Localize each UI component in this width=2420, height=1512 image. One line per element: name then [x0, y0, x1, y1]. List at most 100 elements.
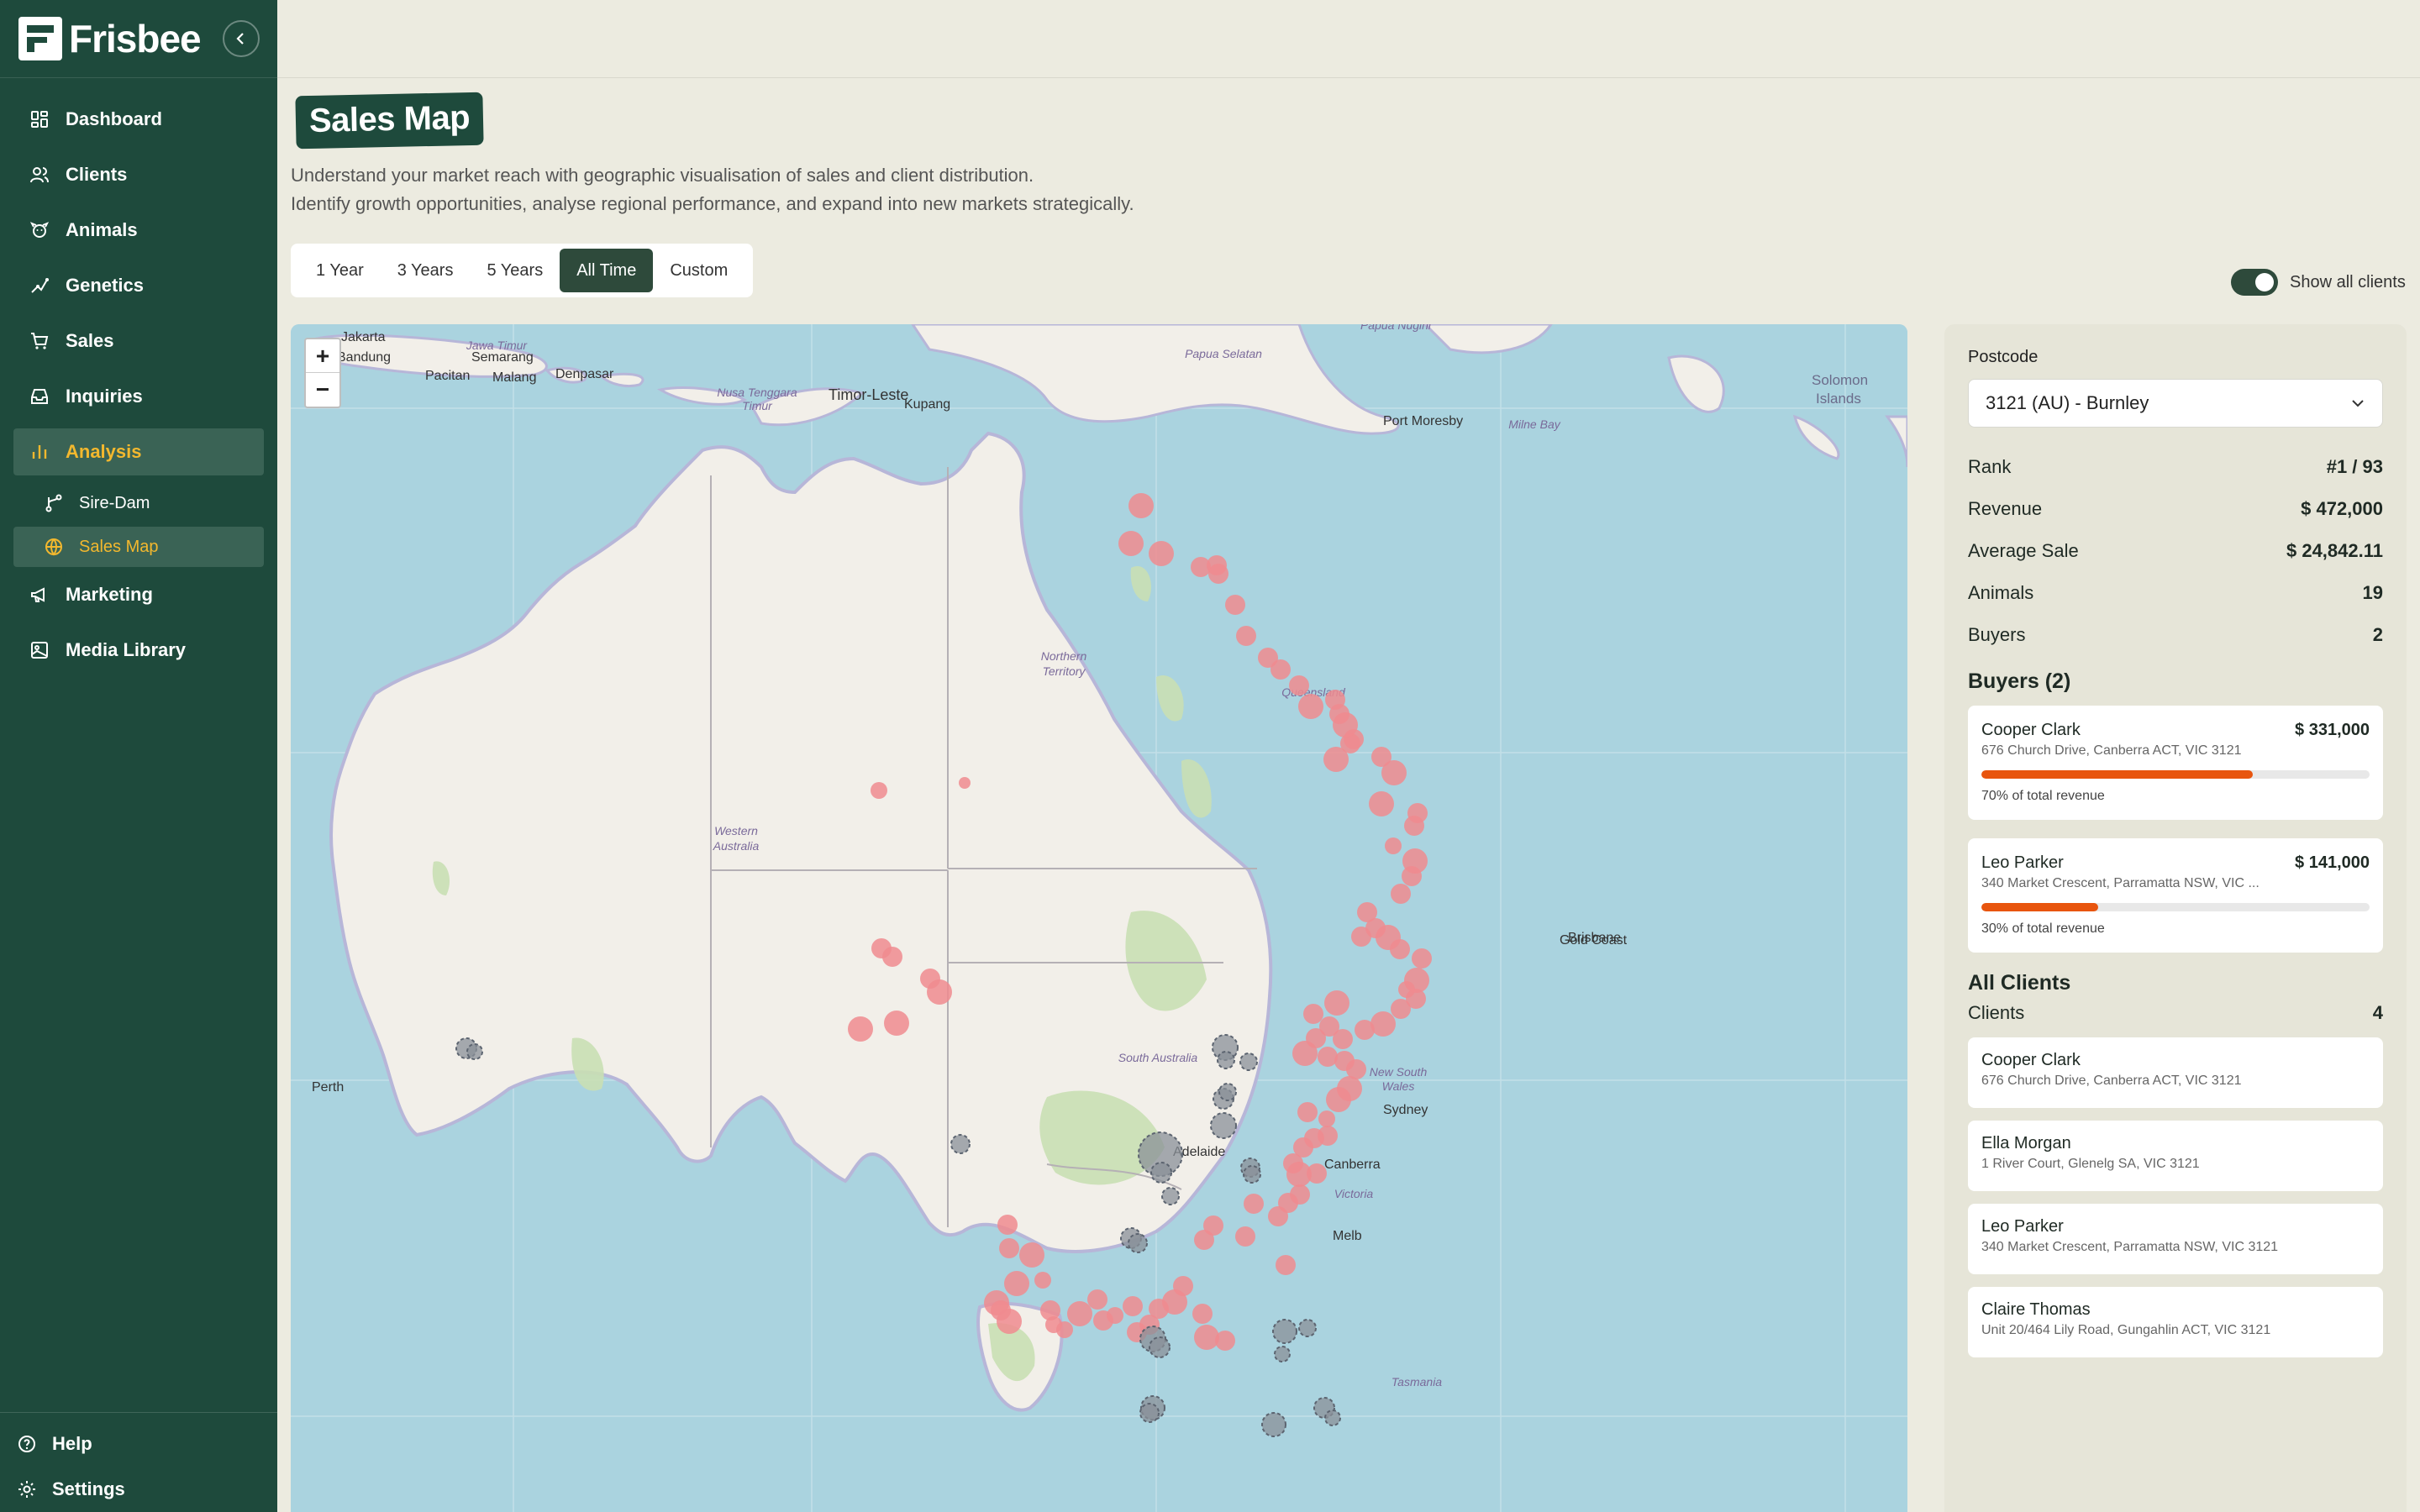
sale-marker[interactable]	[1244, 1194, 1264, 1214]
sale-marker[interactable]	[1371, 747, 1392, 767]
sale-marker[interactable]	[1290, 1184, 1310, 1205]
sale-marker[interactable]	[1407, 803, 1428, 823]
sale-marker[interactable]	[1333, 1029, 1353, 1049]
sale-marker[interactable]	[1203, 1215, 1223, 1236]
zoom-in-button[interactable]: +	[306, 339, 339, 373]
sale-marker[interactable]	[1298, 694, 1323, 719]
sale-marker[interactable]	[1318, 1047, 1338, 1067]
sale-marker[interactable]	[1019, 1242, 1044, 1268]
nav-marketing[interactable]: Marketing	[0, 567, 277, 622]
sale-marker[interactable]	[1337, 1076, 1362, 1101]
nav-genetics[interactable]: Genetics	[0, 258, 277, 313]
show-all-clients-toggle[interactable]	[2231, 269, 2278, 296]
sale-marker[interactable]	[1191, 557, 1211, 577]
sales-map[interactable]: Jakarta Bandung Semarang Pacitan Malang …	[291, 324, 1907, 1512]
range-tab-all-time[interactable]: All Time	[560, 249, 654, 292]
sale-marker[interactable]	[1307, 1163, 1327, 1184]
sale-marker[interactable]	[1369, 791, 1394, 816]
sale-marker[interactable]	[1370, 1011, 1396, 1037]
nav-inquiries[interactable]: Inquiries	[0, 369, 277, 424]
map-canvas[interactable]: Jakarta Bandung Semarang Pacitan Malang …	[291, 324, 1907, 1512]
client-marker[interactable]	[1272, 1319, 1297, 1344]
sale-marker[interactable]	[1118, 531, 1144, 556]
nav-clients[interactable]: Clients	[0, 147, 277, 202]
sale-marker[interactable]	[1236, 626, 1256, 646]
nav-sales[interactable]: Sales	[0, 313, 277, 369]
sale-marker[interactable]	[1385, 837, 1402, 854]
client-marker[interactable]	[1139, 1403, 1160, 1423]
collapse-sidebar-button[interactable]	[223, 20, 260, 57]
client-marker[interactable]	[1298, 1319, 1317, 1337]
client-marker[interactable]	[1210, 1112, 1237, 1139]
client-marker[interactable]	[466, 1043, 483, 1060]
sale-marker[interactable]	[1258, 648, 1278, 668]
sale-marker[interactable]	[1034, 1272, 1051, 1289]
range-tab-5-years[interactable]: 5 Years	[470, 249, 560, 292]
sale-marker[interactable]	[1067, 1301, 1092, 1326]
sale-marker[interactable]	[1412, 948, 1432, 969]
sale-marker[interactable]	[1334, 1051, 1355, 1071]
client-card[interactable]: Ella Morgan 1 River Court, Glenelg SA, V…	[1968, 1121, 2383, 1191]
sale-marker[interactable]	[997, 1215, 1018, 1235]
sale-marker[interactable]	[959, 777, 971, 789]
buyer-card[interactable]: Leo Parker $ 141,000 340 Market Crescent,…	[1968, 838, 2383, 953]
client-marker[interactable]	[1261, 1412, 1286, 1437]
nav-sales-map[interactable]: Sales Map	[13, 527, 264, 567]
buyer-card[interactable]: Cooper Clark $ 331,000 676 Church Drive, …	[1968, 706, 2383, 820]
sale-marker[interactable]	[1128, 493, 1154, 518]
nav-settings[interactable]: Settings	[0, 1467, 277, 1512]
client-marker[interactable]	[1218, 1083, 1237, 1101]
sale-marker[interactable]	[1235, 1226, 1255, 1247]
nav-media-library[interactable]: Media Library	[0, 622, 277, 678]
sale-marker[interactable]	[1297, 1102, 1318, 1122]
sale-marker[interactable]	[1123, 1296, 1143, 1316]
client-card[interactable]: Claire Thomas Unit 20/464 Lily Road, Gun…	[1968, 1287, 2383, 1357]
postcode-select[interactable]: 3121 (AU) - Burnley	[1968, 379, 2383, 428]
sale-marker[interactable]	[1318, 1110, 1335, 1127]
client-card[interactable]: Leo Parker 340 Market Crescent, Parramat…	[1968, 1204, 2383, 1274]
sale-marker[interactable]	[1351, 927, 1371, 947]
sale-marker[interactable]	[1215, 1331, 1235, 1351]
client-card[interactable]: Cooper Clark 676 Church Drive, Canberra …	[1968, 1037, 2383, 1108]
sale-marker[interactable]	[1402, 848, 1428, 874]
sale-marker[interactable]	[1391, 884, 1411, 904]
sale-marker[interactable]	[1324, 990, 1349, 1016]
sale-marker[interactable]	[1325, 690, 1345, 710]
sale-marker[interactable]	[1004, 1271, 1029, 1296]
client-marker[interactable]	[1161, 1187, 1180, 1205]
sale-marker[interactable]	[1194, 1325, 1219, 1350]
sale-marker[interactable]	[1087, 1289, 1107, 1310]
client-marker[interactable]	[1128, 1233, 1148, 1253]
client-marker[interactable]	[1243, 1165, 1261, 1184]
range-tab-custom[interactable]: Custom	[653, 249, 744, 292]
client-marker[interactable]	[1324, 1410, 1341, 1426]
sale-marker[interactable]	[1404, 968, 1429, 993]
client-marker[interactable]	[1150, 1162, 1172, 1184]
sale-marker[interactable]	[1276, 1255, 1296, 1275]
sale-marker[interactable]	[1056, 1321, 1073, 1338]
sale-marker[interactable]	[997, 1309, 1022, 1334]
sale-marker[interactable]	[1303, 1004, 1323, 1024]
nav-animals[interactable]: Animals	[0, 202, 277, 258]
nav-dashboard[interactable]: Dashboard	[0, 92, 277, 147]
sale-marker[interactable]	[884, 1011, 909, 1036]
sale-marker[interactable]	[1318, 1126, 1338, 1146]
nav-analysis[interactable]: Analysis	[13, 428, 264, 475]
client-marker[interactable]	[1239, 1053, 1258, 1071]
sale-marker[interactable]	[1173, 1276, 1193, 1296]
sale-marker[interactable]	[848, 1016, 873, 1042]
sale-marker[interactable]	[882, 947, 902, 967]
sale-marker[interactable]	[1225, 595, 1245, 615]
client-marker[interactable]	[1149, 1336, 1171, 1358]
sale-marker[interactable]	[1357, 902, 1377, 922]
sale-marker[interactable]	[1192, 1304, 1213, 1324]
sale-marker[interactable]	[927, 979, 952, 1005]
sale-marker[interactable]	[1149, 541, 1174, 566]
client-marker[interactable]	[950, 1134, 971, 1154]
range-tab-3-years[interactable]: 3 Years	[381, 249, 471, 292]
client-marker[interactable]	[1274, 1346, 1291, 1362]
sale-marker[interactable]	[1289, 675, 1309, 696]
nav-sire-dam[interactable]: Sire-Dam	[0, 480, 277, 527]
sale-marker[interactable]	[871, 782, 887, 799]
client-marker[interactable]	[1217, 1051, 1235, 1069]
